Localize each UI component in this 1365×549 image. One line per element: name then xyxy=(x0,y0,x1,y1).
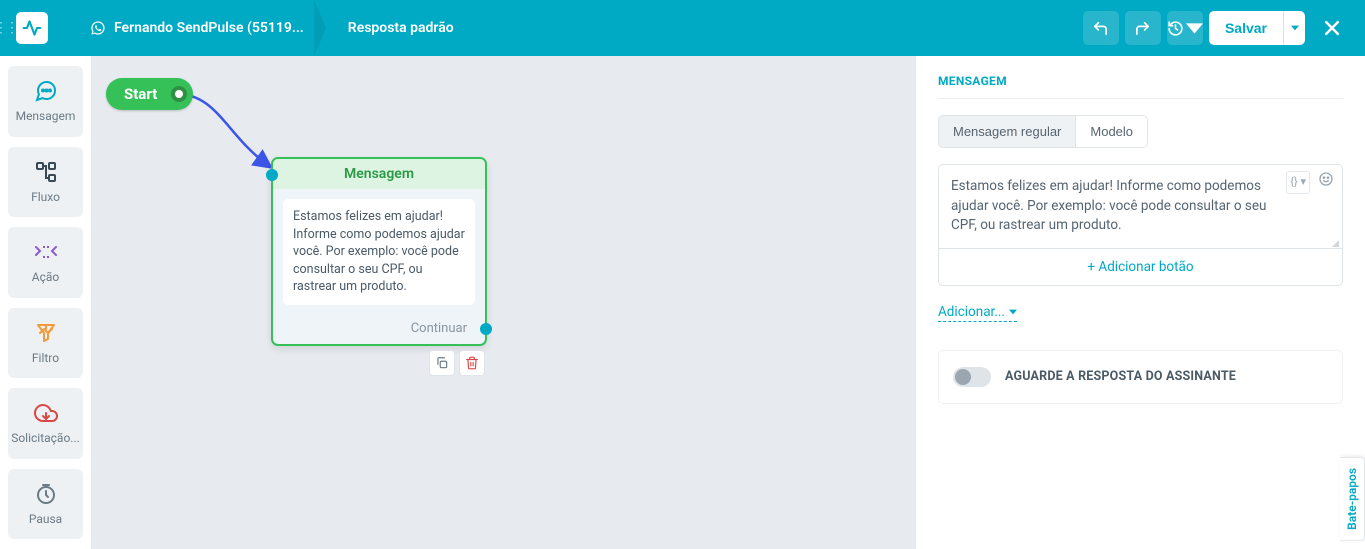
insert-variable-button[interactable]: {} ▾ xyxy=(1286,171,1310,194)
add-button-button[interactable]: + Adicionar botão xyxy=(938,249,1343,286)
message-text-value: Estamos felizes em ajudar! Informe como … xyxy=(951,178,1266,233)
flow-canvas[interactable]: Start Mensagem Estamos felizes em ajudar… xyxy=(92,56,915,549)
history-icon xyxy=(1167,20,1184,37)
cloud-api-icon xyxy=(32,401,60,425)
await-response-label: AGUARDE A RESPOSTA DO ASSINANTE xyxy=(1005,369,1236,384)
add-element-label: Adicionar... xyxy=(938,304,1005,320)
caret-down-icon xyxy=(1186,20,1203,37)
tool-flow[interactable]: Fluxo xyxy=(8,147,83,218)
header-actions: Salvar xyxy=(1083,11,1365,45)
message-node-output-port[interactable] xyxy=(480,323,492,335)
continue-label: Continuar xyxy=(411,321,467,336)
action-icon xyxy=(32,240,60,264)
tool-pause-label: Pausa xyxy=(29,512,62,526)
chats-side-tab[interactable]: Bate-papos xyxy=(1340,457,1365,541)
resize-handle-icon[interactable] xyxy=(1332,240,1339,247)
await-response-row: AGUARDE A RESPOSTA DO ASSINANTE xyxy=(938,350,1343,404)
copy-icon xyxy=(435,356,449,370)
message-text-input[interactable]: Estamos felizes em ajudar! Informe como … xyxy=(938,164,1343,249)
clock-icon xyxy=(32,482,60,506)
message-icon xyxy=(32,79,60,103)
save-button[interactable]: Salvar xyxy=(1209,11,1283,45)
redo-icon xyxy=(1134,20,1151,37)
drag-handle-icon[interactable]: ⋮⋮ xyxy=(0,0,10,56)
save-dropdown-button[interactable] xyxy=(1283,11,1305,45)
tool-palette: Mensagem Fluxo Ação Filtro Solicitação..… xyxy=(0,56,92,549)
caret-down-icon xyxy=(1009,308,1017,316)
tool-action-label: Ação xyxy=(32,270,59,284)
message-settings-panel: MENSAGEM Mensagem regular Modelo Estamos… xyxy=(915,56,1365,549)
brand-logo[interactable] xyxy=(16,12,48,44)
tab-regular-message[interactable]: Mensagem regular xyxy=(939,116,1075,147)
undo-button[interactable] xyxy=(1083,11,1119,45)
add-element-dropdown[interactable]: Adicionar... xyxy=(938,304,1017,322)
tool-filter-label: Filtro xyxy=(32,351,59,365)
emoji-icon xyxy=(1318,171,1334,187)
tab-template-message[interactable]: Modelo xyxy=(1075,116,1147,147)
start-node-output-port[interactable] xyxy=(171,86,187,102)
undo-icon xyxy=(1092,20,1109,37)
tool-api-label: Solicitação... xyxy=(11,431,80,445)
tool-pause[interactable]: Pausa xyxy=(8,469,83,540)
tool-flow-label: Fluxo xyxy=(31,190,60,204)
tool-filter[interactable]: Filtro xyxy=(8,308,83,379)
message-node-title: Mensagem xyxy=(273,159,485,189)
message-node[interactable]: Mensagem Estamos felizes em ajudar! Info… xyxy=(271,157,487,346)
close-icon xyxy=(1322,18,1342,38)
breadcrumb-flow-name: Resposta padrão xyxy=(348,20,454,36)
breadcrumb: Fernando SendPulse (55119... Resposta pa… xyxy=(68,0,476,56)
start-node[interactable]: Start xyxy=(106,78,193,110)
filter-icon xyxy=(32,321,60,345)
duplicate-node-button[interactable] xyxy=(429,350,455,376)
app-header: ⋮⋮ Fernando SendPulse (55119... Resposta… xyxy=(0,0,1365,56)
tool-message-label: Mensagem xyxy=(16,109,76,123)
message-type-tabs: Mensagem regular Modelo xyxy=(938,115,1148,148)
breadcrumb-bot-name: Fernando SendPulse (55119... xyxy=(114,20,304,36)
message-node-input-port[interactable] xyxy=(266,169,278,181)
flow-icon xyxy=(32,160,60,184)
tool-api-request[interactable]: Solicitação... xyxy=(8,388,83,459)
emoji-button[interactable] xyxy=(1318,171,1334,194)
tool-action[interactable]: Ação xyxy=(8,227,83,298)
redo-button[interactable] xyxy=(1125,11,1161,45)
caret-down-icon xyxy=(1291,24,1299,32)
tool-message[interactable]: Mensagem xyxy=(8,66,83,137)
panel-title: MENSAGEM xyxy=(938,74,1343,88)
whatsapp-icon xyxy=(90,20,106,36)
history-button[interactable] xyxy=(1167,11,1203,45)
trash-icon xyxy=(465,356,479,370)
message-node-text: Estamos felizes em ajudar! Informe como … xyxy=(283,199,475,305)
breadcrumb-bot[interactable]: Fernando SendPulse (55119... xyxy=(68,0,326,56)
start-node-label: Start xyxy=(124,85,157,103)
await-response-toggle[interactable] xyxy=(953,367,991,387)
delete-node-button[interactable] xyxy=(459,350,485,376)
breadcrumb-flow[interactable]: Resposta padrão xyxy=(326,0,476,56)
close-button[interactable] xyxy=(1315,11,1349,45)
